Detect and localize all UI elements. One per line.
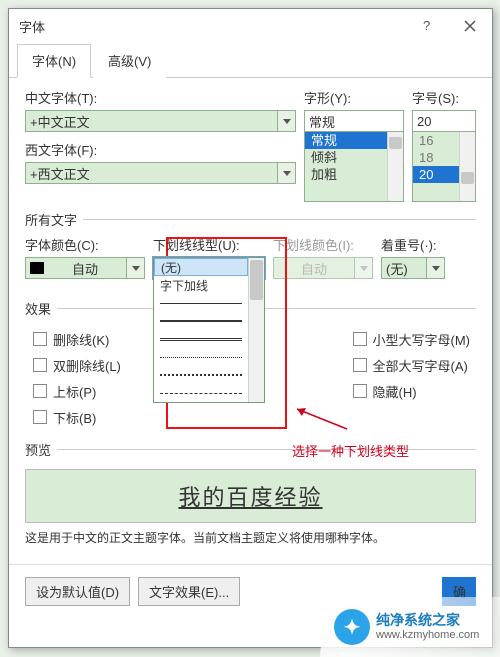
smallcaps-checkbox[interactable]: 小型大写字母(M) — [353, 326, 471, 352]
underline-color-combo: 自动 — [273, 257, 373, 279]
scrollbar[interactable] — [248, 258, 264, 402]
scrollbar[interactable] — [387, 132, 403, 201]
help-button[interactable]: ? — [404, 9, 448, 43]
watermark-name: 纯净系统之家 — [376, 612, 479, 629]
preview-desc: 这是用于中文的正文主题字体。当前文档主题定义将使用哪种字体。 — [25, 529, 476, 546]
emphasis-combo[interactable]: (无) — [381, 257, 445, 279]
underline-option-none[interactable]: (无) — [154, 258, 248, 276]
size-option[interactable]: 20 — [413, 166, 459, 183]
strike-checkbox[interactable]: 删除线(K) — [33, 326, 121, 352]
dialog-title: 字体 — [19, 17, 404, 36]
style-input[interactable]: 常规 — [304, 110, 404, 132]
style-listbox[interactable]: 常规 倾斜 加粗 — [304, 132, 404, 202]
font-color-label: 字体颜色(C): — [25, 235, 145, 254]
size-option[interactable]: 16 — [413, 132, 459, 149]
double-strike-checkbox[interactable]: 双删除线(L) — [33, 352, 121, 378]
emphasis-label: 着重号(·): — [381, 235, 445, 254]
size-listbox[interactable]: 16 18 20 — [412, 132, 476, 202]
chevron-down-icon[interactable] — [126, 258, 144, 278]
underline-style-label: 下划线线型(U): — [153, 235, 265, 254]
svg-text:?: ? — [423, 20, 430, 32]
western-font-combo[interactable]: +西文正文 — [25, 162, 296, 184]
size-input[interactable]: 20 — [412, 110, 476, 132]
size-label: 字号(S): — [412, 88, 476, 107]
font-dialog: 字体 ? 字体(N) 高级(V) 中文字体(T): +中文正文 西文字体(F):… — [8, 8, 493, 648]
scrollbar[interactable] — [459, 132, 475, 201]
all-text-group: 所有文字 字体颜色(C): 自动 下划线线型(U): (无) — [25, 210, 476, 285]
western-font-label: 西文字体(F): — [25, 140, 296, 159]
chevron-down-icon[interactable] — [277, 111, 295, 131]
underline-option-line[interactable] — [154, 384, 248, 402]
superscript-checkbox[interactable]: 上标(P) — [33, 378, 121, 404]
watermark: ✦ 纯净系统之家 www.kzmyhome.com — [320, 597, 500, 657]
subscript-checkbox[interactable]: 下标(B) — [33, 404, 121, 430]
font-color-combo[interactable]: 自动 — [25, 257, 145, 279]
annotation-arrow-icon — [292, 404, 352, 434]
preview-box: 我的百度经验 — [25, 469, 476, 523]
chevron-down-icon[interactable] — [277, 163, 295, 183]
style-option-bold[interactable]: 加粗 — [305, 166, 387, 183]
underline-option-line[interactable] — [154, 348, 248, 366]
chinese-font-label: 中文字体(T): — [25, 88, 296, 107]
underline-option-words[interactable]: 字下加线 — [154, 276, 248, 294]
style-option-italic[interactable]: 倾斜 — [305, 149, 387, 166]
style-option-regular[interactable]: 常规 — [305, 132, 387, 149]
underline-option-line[interactable] — [154, 330, 248, 348]
tab-font[interactable]: 字体(N) — [17, 44, 91, 78]
allcaps-checkbox[interactable]: 全部大写字母(A) — [353, 352, 471, 378]
annotation-text: 选择一种下划线类型 — [292, 441, 409, 460]
chevron-down-icon — [354, 258, 372, 278]
set-default-button[interactable]: 设为默认值(D) — [25, 577, 130, 606]
titlebar: 字体 ? — [9, 9, 492, 43]
underline-color-label: 下划线颜色(I): — [273, 235, 373, 254]
chevron-down-icon[interactable] — [426, 258, 444, 278]
underline-style-dropdown[interactable]: (无) 字下加线 — [153, 257, 265, 403]
watermark-logo-icon: ✦ — [334, 609, 370, 645]
close-button[interactable] — [448, 9, 492, 43]
tab-advanced[interactable]: 高级(V) — [93, 44, 166, 78]
all-text-legend: 所有文字 — [25, 210, 83, 229]
underline-option-line[interactable] — [154, 366, 248, 384]
tab-bar: 字体(N) 高级(V) — [9, 43, 492, 78]
style-label: 字形(Y): — [304, 88, 404, 107]
preview-legend: 预览 — [25, 440, 57, 459]
panel: 中文字体(T): +中文正文 西文字体(F): +西文正文 字形(Y): 常规 — [9, 78, 492, 552]
size-option[interactable]: 18 — [413, 149, 459, 166]
text-effects-button[interactable]: 文字效果(E)... — [138, 577, 240, 606]
underline-option-line[interactable] — [154, 294, 248, 312]
chinese-font-combo[interactable]: +中文正文 — [25, 110, 296, 132]
hidden-checkbox[interactable]: 隐藏(H) — [353, 378, 471, 404]
preview-text: 我的百度经验 — [178, 480, 322, 512]
underline-option-line[interactable] — [154, 312, 248, 330]
effects-legend: 效果 — [25, 299, 57, 318]
watermark-url: www.kzmyhome.com — [376, 629, 479, 642]
